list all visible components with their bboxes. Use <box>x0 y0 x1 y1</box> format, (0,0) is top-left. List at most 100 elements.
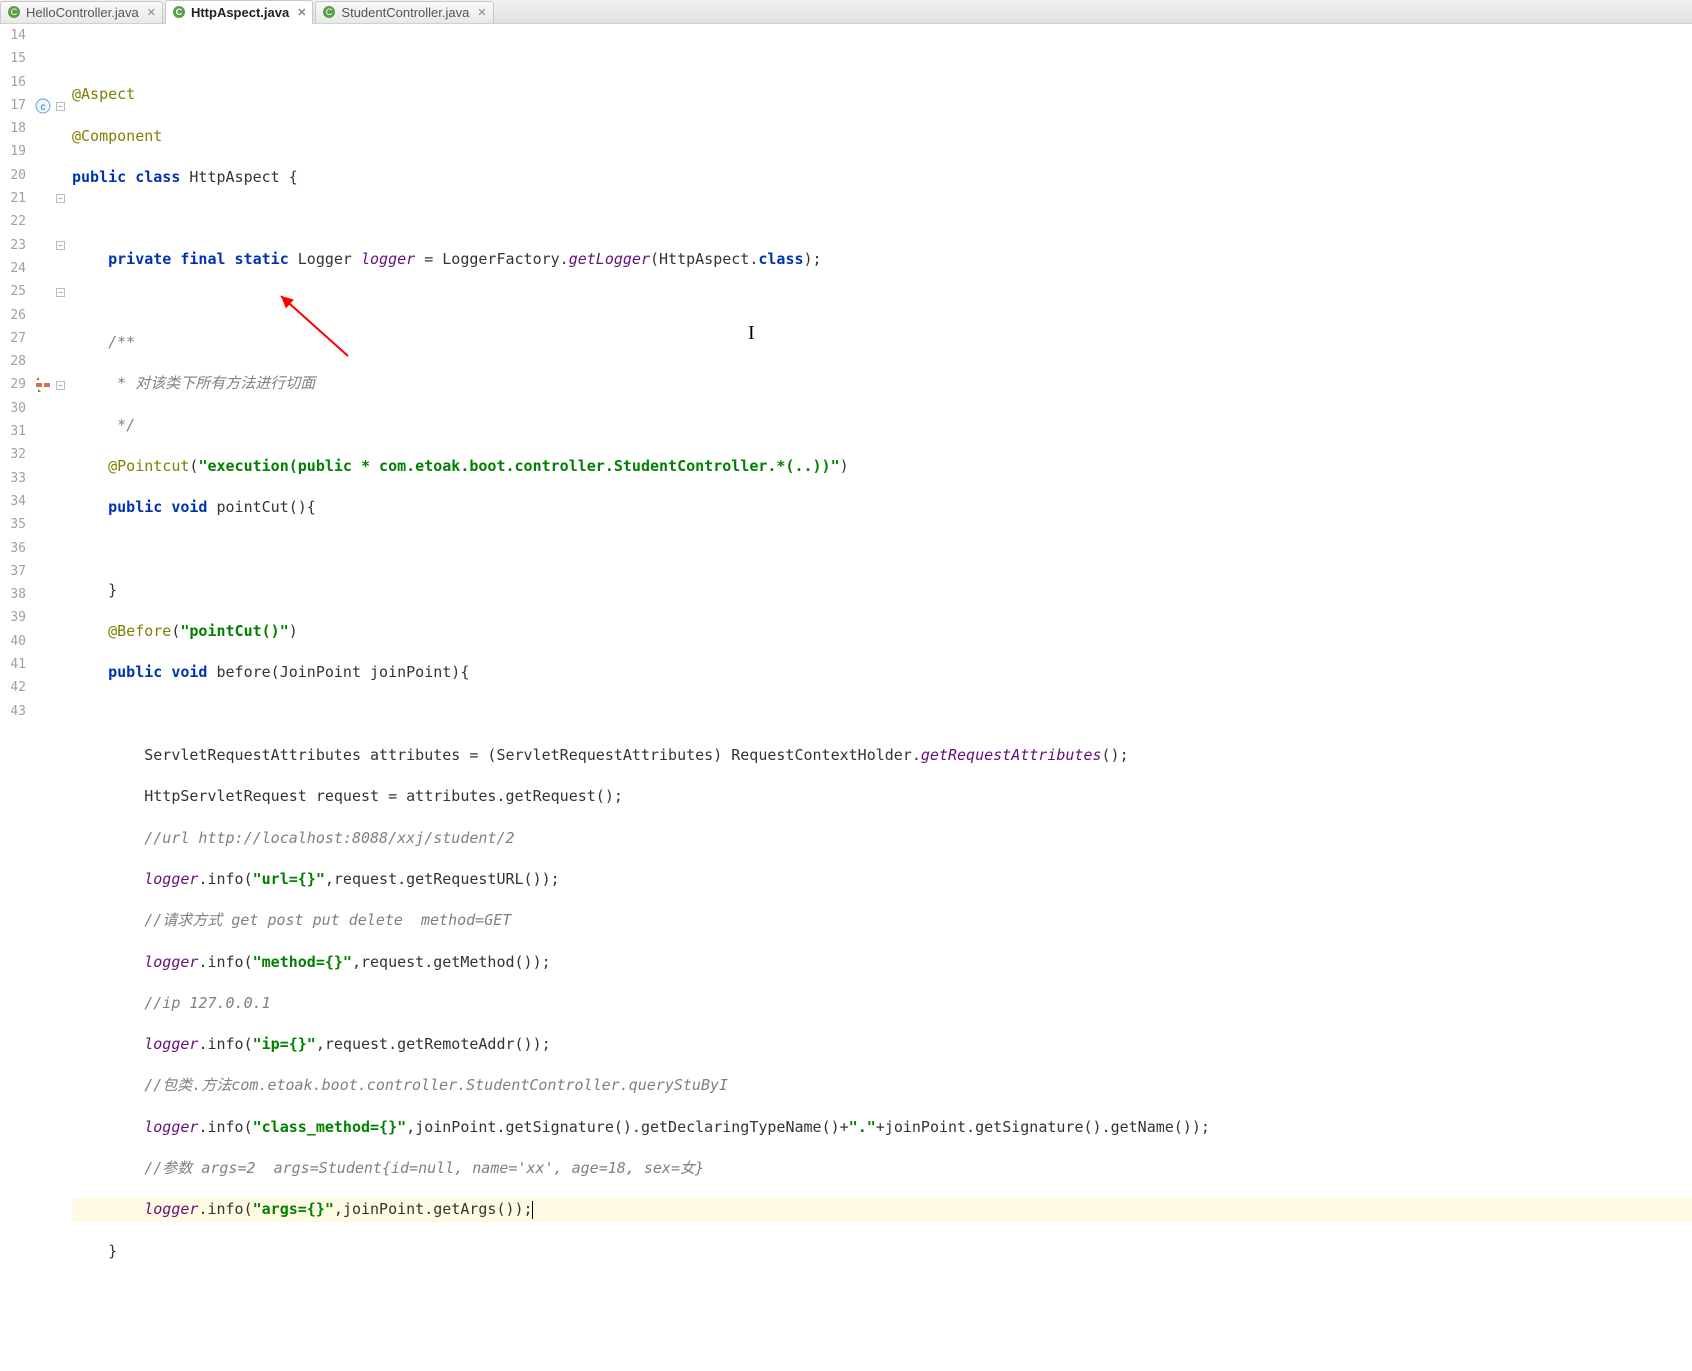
code-editor[interactable]: 1415161718192021222324252627282930313233… <box>0 24 1692 781</box>
comment: * 对该类下所有方法进行切面 <box>108 374 315 392</box>
text: ,request.getRequestURL()); <box>325 870 560 888</box>
line-number: 20 <box>0 164 26 187</box>
field: logger <box>144 1200 198 1218</box>
code-line[interactable]: */ <box>72 414 1692 437</box>
code-line[interactable]: } <box>72 579 1692 602</box>
string: "args={}" <box>253 1200 334 1218</box>
line-number: 28 <box>0 350 26 373</box>
code-line-active[interactable]: logger.info("args={}",joinPoint.getArgs(… <box>72 1198 1692 1221</box>
code-line[interactable]: /** <box>72 331 1692 354</box>
string: "class_method={}" <box>253 1118 407 1136</box>
close-icon[interactable]: ✕ <box>477 6 486 19</box>
field: logger <box>144 870 198 888</box>
gutter-icons-column: c <box>32 24 54 781</box>
line-number: 14 <box>0 24 26 47</box>
string: "." <box>849 1118 876 1136</box>
code-line[interactable]: @Pointcut("execution(public * com.etoak.… <box>72 455 1692 478</box>
text: ,request.getRemoteAddr()); <box>316 1035 551 1053</box>
code-line[interactable]: private final static Logger logger = Log… <box>72 248 1692 271</box>
code-line[interactable]: @Component <box>72 125 1692 148</box>
line-number: 33 <box>0 467 26 490</box>
code-line[interactable]: //请求方式 get post put delete method=GET <box>72 909 1692 932</box>
fold-marker[interactable]: − <box>56 241 65 250</box>
code-line[interactable]: * 对该类下所有方法进行切面 <box>72 372 1692 395</box>
code-line[interactable] <box>72 42 1692 65</box>
line-number: 34 <box>0 490 26 513</box>
tab-hello-controller[interactable]: C HelloController.java ✕ <box>0 1 163 23</box>
svg-text:C: C <box>176 7 183 17</box>
close-icon[interactable]: ✕ <box>147 6 156 19</box>
fold-column: − − − − − <box>54 24 68 781</box>
code-line[interactable]: //ip 127.0.0.1 <box>72 992 1692 1015</box>
line-number: 41 <box>0 653 26 676</box>
line-number: 21 <box>0 187 26 210</box>
tab-student-controller[interactable]: C StudentController.java ✕ <box>315 1 493 23</box>
text: } <box>108 581 117 599</box>
code-line[interactable]: public void pointCut(){ <box>72 496 1692 519</box>
line-number: 18 <box>0 117 26 140</box>
string: "pointCut()" <box>180 622 288 640</box>
fold-marker[interactable]: − <box>56 381 65 390</box>
string: "method={}" <box>253 953 352 971</box>
text: = LoggerFactory. <box>415 250 569 268</box>
line-number: 35 <box>0 513 26 536</box>
field: logger <box>144 1118 198 1136</box>
code-line[interactable]: //参数 args=2 args=Student{id=null, name='… <box>72 1157 1692 1180</box>
code-line[interactable]: ServletRequestAttributes attributes = (S… <box>72 744 1692 767</box>
line-number: 32 <box>0 443 26 466</box>
comment: /** <box>108 333 135 351</box>
line-number: 27 <box>0 327 26 350</box>
comment: //包类.方法com.etoak.boot.controller.Student… <box>144 1076 728 1094</box>
line-number: 39 <box>0 606 26 629</box>
code-line[interactable]: } <box>72 1240 1692 1263</box>
annotation: @Before <box>108 622 171 640</box>
fold-marker[interactable]: − <box>56 102 65 111</box>
static-method: getRequestAttributes <box>921 746 1102 764</box>
code-line[interactable] <box>72 538 1692 561</box>
code-line[interactable]: //包类.方法com.etoak.boot.controller.Student… <box>72 1074 1692 1097</box>
code-line[interactable]: logger.info("class_method={}",joinPoint.… <box>72 1116 1692 1139</box>
mouse-text-cursor-icon: I <box>748 322 755 345</box>
comment: //请求方式 get post put delete method=GET <box>144 911 511 929</box>
comment: //参数 args=2 args=Student{id=null, name='… <box>144 1159 704 1177</box>
field: logger <box>144 953 198 971</box>
svg-text:c: c <box>41 102 46 113</box>
code-line[interactable]: HttpServletRequest request = attributes.… <box>72 785 1692 808</box>
code-area[interactable]: @Aspect @Component public class HttpAspe… <box>68 24 1692 781</box>
type: Logger <box>298 250 361 268</box>
code-line[interactable]: logger.info("method={}",request.getMetho… <box>72 951 1692 974</box>
line-number: 19 <box>0 140 26 163</box>
text: ,joinPoint.getSignature().getDeclaringTy… <box>406 1118 849 1136</box>
aop-gutter-icon[interactable] <box>35 377 51 393</box>
code-line[interactable] <box>72 703 1692 726</box>
code-line[interactable]: public void before(JoinPoint joinPoint){ <box>72 661 1692 684</box>
code-line[interactable] <box>72 207 1692 230</box>
close-icon[interactable]: ✕ <box>297 6 306 19</box>
text: } <box>108 1242 117 1260</box>
line-number: 40 <box>0 630 26 653</box>
static-method: getLogger <box>569 250 650 268</box>
text: ServletRequestAttributes attributes = (S… <box>144 746 921 764</box>
class-icon: C <box>172 5 186 19</box>
code-line[interactable] <box>72 290 1692 313</box>
svg-text:C: C <box>11 7 18 17</box>
code-line[interactable]: //url http://localhost:8088/xxj/student/… <box>72 827 1692 850</box>
code-line[interactable]: @Aspect <box>72 83 1692 106</box>
field: logger <box>361 250 415 268</box>
tab-http-aspect[interactable]: C HttpAspect.java ✕ <box>165 0 313 24</box>
text: ,joinPoint.getArgs()); <box>334 1200 533 1218</box>
fold-marker[interactable]: − <box>56 288 65 297</box>
code-line[interactable]: logger.info("ip={}",request.getRemoteAdd… <box>72 1033 1692 1056</box>
line-number-gutter: 1415161718192021222324252627282930313233… <box>0 24 32 781</box>
code-line[interactable]: @Before("pointCut()") <box>72 620 1692 643</box>
fold-marker[interactable]: − <box>56 194 65 203</box>
code-line[interactable]: logger.info("url={}",request.getRequestU… <box>72 868 1692 891</box>
text: .info( <box>198 870 252 888</box>
identifier: pointCut(){ <box>217 498 316 516</box>
class-gutter-icon[interactable]: c <box>35 98 51 114</box>
tab-label: HttpAspect.java <box>191 5 289 20</box>
keyword: private final static <box>108 250 298 268</box>
svg-text:C: C <box>326 7 333 17</box>
code-line[interactable]: public class HttpAspect { <box>72 166 1692 189</box>
text: ); <box>804 250 822 268</box>
